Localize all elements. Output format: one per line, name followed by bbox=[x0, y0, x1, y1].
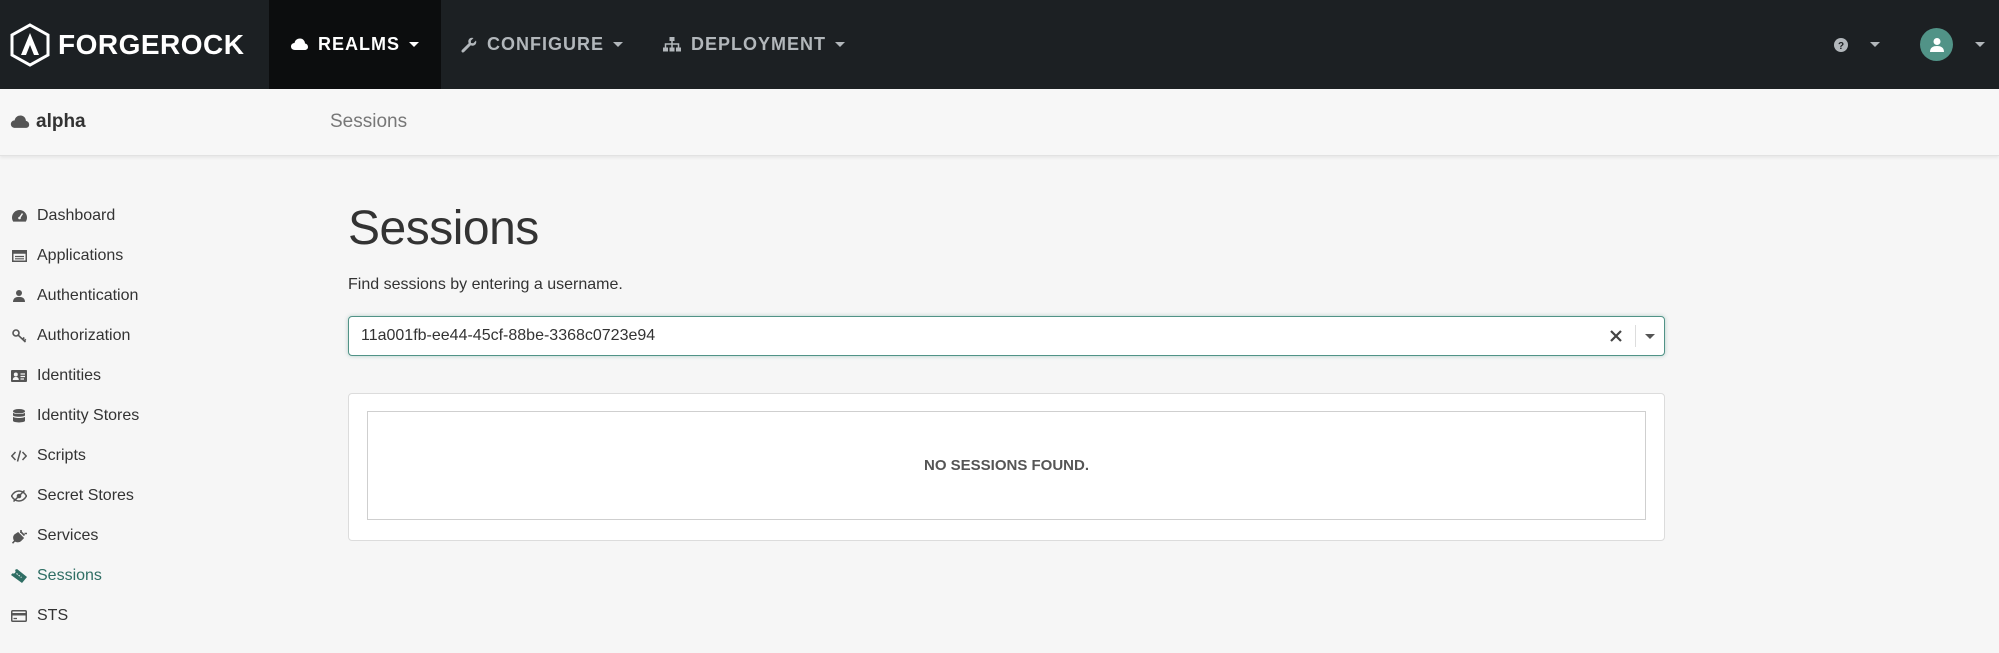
sidebar-item-secret-stores[interactable]: Secret Stores bbox=[0, 476, 330, 516]
sidebar-item-sts[interactable]: STS bbox=[0, 596, 330, 636]
nav-configure-label: CONFIGURE bbox=[487, 34, 604, 54]
help-text: Find sessions by entering a username. bbox=[348, 276, 623, 293]
main-content: Sessions Find sessions by entering a use… bbox=[348, 156, 1668, 541]
dropdown-toggle[interactable] bbox=[1636, 321, 1664, 351]
database-icon bbox=[11, 408, 27, 424]
sidebar-item-label: Applications bbox=[37, 247, 124, 264]
nav-deployment-label: DEPLOYMENT bbox=[691, 34, 827, 54]
username-search-select[interactable]: 11a001fb-ee44-45cf-88be-3368c0723e94 bbox=[348, 316, 1665, 356]
key-icon bbox=[11, 328, 27, 344]
sidebar-item-label: Identities bbox=[37, 367, 102, 384]
nav-configure[interactable]: CONFIGURE bbox=[441, 0, 643, 89]
question-circle-icon: ? bbox=[1834, 37, 1848, 52]
svg-text:?: ? bbox=[1838, 41, 1844, 52]
applications-icon bbox=[11, 248, 27, 264]
sidebar-item-label: Services bbox=[37, 527, 99, 544]
sidebar-item-label: Authentication bbox=[37, 287, 139, 304]
dashboard-icon bbox=[11, 208, 27, 224]
empty-message: NO SESSIONS FOUND. bbox=[923, 457, 1090, 474]
sidebar-item-scripts[interactable]: Scripts bbox=[0, 436, 330, 476]
nav-realms[interactable]: REALMS bbox=[269, 0, 441, 89]
chevron-down-icon bbox=[409, 42, 419, 47]
chevron-down-icon bbox=[1870, 42, 1880, 47]
top-navbar: FORGEROCK REALMS CONFIGURE DEPLOYMENT ? bbox=[0, 0, 1999, 89]
sidebar-item-authentication[interactable]: Authentication bbox=[0, 276, 330, 316]
search-input[interactable]: 11a001fb-ee44-45cf-88be-3368c0723e94 bbox=[361, 327, 1601, 345]
chevron-down-icon bbox=[1975, 42, 1985, 47]
code-icon bbox=[11, 448, 27, 464]
realm-sidebar: Dashboard Applications Authentication Au… bbox=[0, 196, 330, 636]
eye-slash-icon bbox=[11, 488, 27, 504]
cloud-icon bbox=[291, 38, 308, 51]
id-card-icon bbox=[11, 368, 27, 384]
sidebar-item-label: Scripts bbox=[37, 447, 86, 464]
realm-header: alpha Sessions bbox=[0, 89, 1999, 156]
user-icon bbox=[11, 288, 27, 304]
sidebar-item-sessions[interactable]: Sessions bbox=[0, 556, 330, 596]
sidebar-item-label: Authorization bbox=[37, 327, 131, 344]
help-menu-button[interactable]: ? bbox=[1834, 37, 1880, 52]
chevron-down-icon bbox=[613, 42, 623, 47]
forgerock-logo-icon bbox=[10, 22, 50, 67]
user-menu-button[interactable] bbox=[1920, 28, 1985, 61]
sidebar-item-applications[interactable]: Applications bbox=[0, 236, 330, 276]
realm-name: alpha bbox=[36, 111, 86, 132]
ticket-icon bbox=[11, 568, 27, 584]
sidebar-item-label: STS bbox=[37, 607, 69, 624]
sidebar-item-identity-stores[interactable]: Identity Stores bbox=[0, 396, 330, 436]
cloud-icon bbox=[10, 115, 30, 128]
chevron-down-icon bbox=[835, 42, 846, 47]
sidebar-item-label: Sessions bbox=[37, 567, 102, 584]
sitemap-icon bbox=[663, 37, 681, 52]
avatar bbox=[1920, 28, 1953, 61]
realm-title[interactable]: alpha bbox=[0, 111, 330, 133]
empty-state: NO SESSIONS FOUND. bbox=[367, 411, 1646, 520]
credit-card-icon bbox=[11, 608, 27, 624]
user-icon bbox=[1929, 37, 1944, 52]
sessions-panel: NO SESSIONS FOUND. bbox=[348, 393, 1665, 541]
navbar-right: ? bbox=[1834, 0, 1999, 89]
sidebar-item-label: Identity Stores bbox=[37, 407, 140, 424]
brand-name: FORGEROCK bbox=[58, 28, 245, 60]
forgerock-logo[interactable]: FORGEROCK bbox=[0, 0, 269, 89]
chevron-down-icon bbox=[1645, 333, 1655, 339]
breadcrumb: Sessions bbox=[330, 111, 408, 132]
wrench-icon bbox=[461, 37, 477, 53]
sidebar-item-label: Secret Stores bbox=[37, 487, 134, 504]
clear-icon[interactable] bbox=[1601, 321, 1631, 351]
sidebar-item-dashboard[interactable]: Dashboard bbox=[0, 196, 330, 236]
nav-realms-label: REALMS bbox=[318, 34, 400, 54]
page-title: Sessions bbox=[348, 202, 539, 255]
sidebar-item-identities[interactable]: Identities bbox=[0, 356, 330, 396]
nav-deployment[interactable]: DEPLOYMENT bbox=[643, 0, 865, 89]
plug-icon bbox=[11, 528, 27, 544]
sidebar-item-label: Dashboard bbox=[37, 207, 116, 224]
sidebar-item-authorization[interactable]: Authorization bbox=[0, 316, 330, 356]
sidebar-item-services[interactable]: Services bbox=[0, 516, 330, 556]
